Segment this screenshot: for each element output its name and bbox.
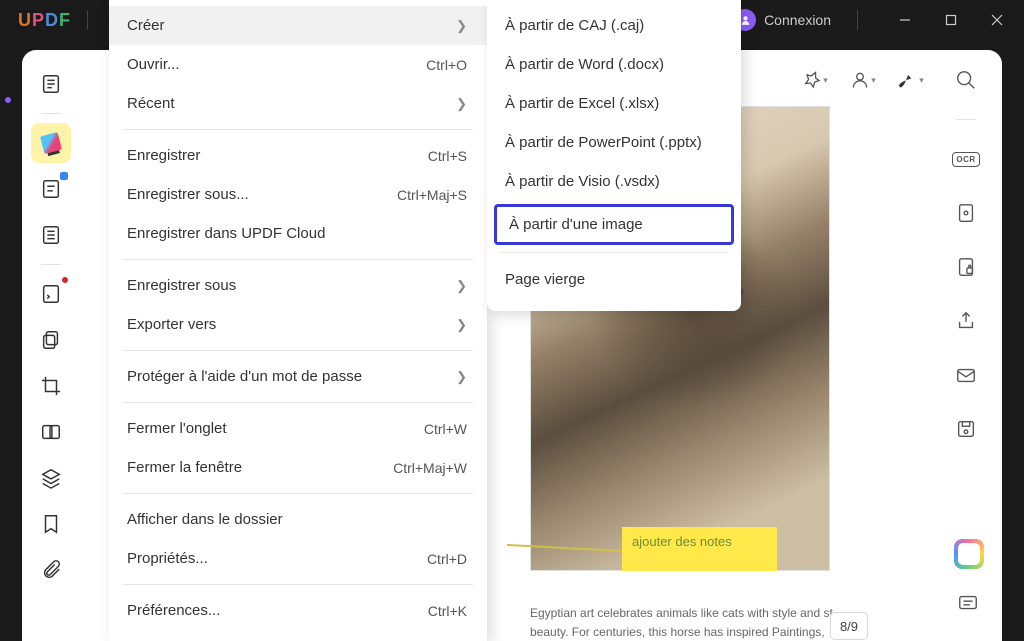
menu-open[interactable]: Ouvrir...Ctrl+O bbox=[109, 45, 487, 84]
reader-tool[interactable] bbox=[31, 64, 71, 104]
separator bbox=[123, 129, 473, 130]
menu-protect[interactable]: Protéger à l'aide d'un mot de passe❯ bbox=[109, 357, 487, 396]
login-label: Connexion bbox=[764, 12, 831, 28]
chevron-right-icon: ❯ bbox=[456, 317, 467, 333]
crop-tool[interactable] bbox=[31, 366, 71, 406]
sticky-note[interactable]: ajouter des notes bbox=[622, 527, 777, 571]
lock-button[interactable] bbox=[948, 249, 984, 285]
menu-create[interactable]: Créer❯ bbox=[109, 6, 487, 45]
menu-preferences[interactable]: Préférences...Ctrl+K bbox=[109, 591, 487, 630]
sub-from-visio[interactable]: À partir de Visio (.vsdx) bbox=[487, 162, 741, 201]
compare-tool[interactable] bbox=[31, 412, 71, 452]
sub-blank-page[interactable]: Page vierge bbox=[487, 260, 741, 299]
menu-close-tab[interactable]: Fermer l'ongletCtrl+W bbox=[109, 409, 487, 448]
left-toolbar bbox=[20, 64, 82, 590]
sub-from-excel[interactable]: À partir de Excel (.xlsx) bbox=[487, 84, 741, 123]
layers-tool[interactable] bbox=[31, 458, 71, 498]
highlight-tool[interactable] bbox=[31, 123, 71, 163]
separator bbox=[41, 113, 61, 114]
copy-tool[interactable] bbox=[31, 320, 71, 360]
separator bbox=[123, 350, 473, 351]
separator bbox=[501, 252, 727, 253]
indicator-dot bbox=[3, 95, 13, 105]
menu-close-window[interactable]: Fermer la fenêtreCtrl+Maj+W bbox=[109, 448, 487, 487]
separator bbox=[123, 402, 473, 403]
chevron-right-icon: ❯ bbox=[456, 369, 467, 385]
ocr-button[interactable]: OCR bbox=[948, 141, 984, 177]
page-indicator[interactable]: 8/9 bbox=[830, 612, 868, 640]
share-button[interactable] bbox=[948, 303, 984, 339]
sub-from-caj[interactable]: À partir de CAJ (.caj) bbox=[487, 6, 741, 45]
chevron-right-icon: ❯ bbox=[456, 278, 467, 294]
highlighter-icon bbox=[40, 132, 62, 154]
menu-show-folder[interactable]: Afficher dans le dossier bbox=[109, 500, 487, 539]
attach-tool[interactable] bbox=[31, 550, 71, 590]
menu-save[interactable]: EnregistrerCtrl+S bbox=[109, 136, 487, 175]
menu-save-cloud[interactable]: Enregistrer dans UPDF Cloud bbox=[109, 214, 487, 253]
ai-button[interactable] bbox=[954, 539, 984, 569]
maximize-button[interactable] bbox=[928, 0, 974, 40]
menu-saveas2[interactable]: Enregistrer sous❯ bbox=[109, 266, 487, 305]
close-button[interactable] bbox=[974, 0, 1020, 40]
pin-tool[interactable]: ▾ bbox=[796, 62, 834, 98]
menu-saveas[interactable]: Enregistrer sous...Ctrl+Maj+S bbox=[109, 175, 487, 214]
chevron-right-icon: ❯ bbox=[456, 96, 467, 112]
document-body-text: Egyptian art celebrates animals like cat… bbox=[530, 604, 840, 641]
separator bbox=[41, 264, 61, 265]
scan-button[interactable] bbox=[948, 195, 984, 231]
menu-export[interactable]: Exporter vers❯ bbox=[109, 305, 487, 344]
separator bbox=[956, 119, 976, 120]
comment-button[interactable] bbox=[952, 587, 984, 619]
menu-properties[interactable]: Propriétés...Ctrl+D bbox=[109, 539, 487, 578]
minimize-button[interactable] bbox=[882, 0, 928, 40]
app-logo: UPDF bbox=[18, 10, 71, 31]
edit-tool[interactable] bbox=[31, 169, 71, 209]
sub-from-ppt[interactable]: À partir de PowerPoint (.pptx) bbox=[487, 123, 741, 162]
chevron-right-icon: ❯ bbox=[456, 18, 467, 34]
right-toolbar: OCR bbox=[940, 62, 992, 447]
mail-button[interactable] bbox=[948, 357, 984, 393]
top-toolbar: ▾ ▾ ▾ bbox=[796, 62, 930, 98]
sub-from-image[interactable]: À partir d'une image bbox=[494, 204, 734, 245]
file-menu: Créer❯ Ouvrir...Ctrl+O Récent❯ Enregistr… bbox=[109, 0, 487, 641]
login-button[interactable]: Connexion bbox=[724, 5, 841, 35]
sub-from-word[interactable]: À partir de Word (.docx) bbox=[487, 45, 741, 84]
form-tool[interactable] bbox=[31, 274, 71, 314]
page-tool[interactable] bbox=[31, 215, 71, 255]
separator bbox=[87, 10, 88, 30]
bookmark-tool[interactable] bbox=[31, 504, 71, 544]
search-button[interactable] bbox=[948, 62, 984, 98]
menu-recent[interactable]: Récent❯ bbox=[109, 84, 487, 123]
separator bbox=[123, 259, 473, 260]
save-button[interactable] bbox=[948, 411, 984, 447]
user-tool[interactable]: ▾ bbox=[844, 62, 882, 98]
separator bbox=[857, 10, 858, 30]
sign-tool[interactable]: ▾ bbox=[892, 62, 930, 98]
create-submenu: À partir de CAJ (.caj) À partir de Word … bbox=[487, 0, 741, 311]
separator bbox=[123, 584, 473, 585]
separator bbox=[123, 493, 473, 494]
